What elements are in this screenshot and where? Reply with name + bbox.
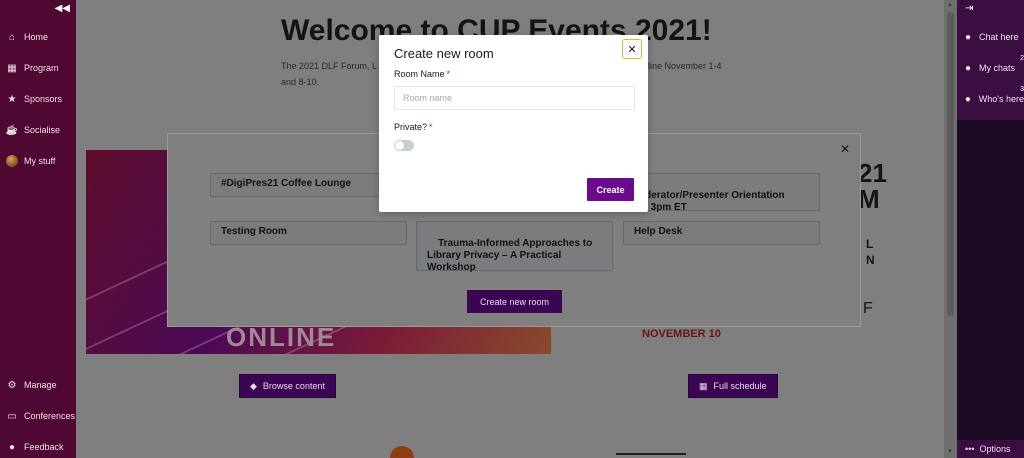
count-badge: 3 xyxy=(1020,86,1024,93)
room-label: Trauma-Informed Approaches to Library Pr… xyxy=(427,238,593,273)
options-label: Options xyxy=(979,444,1011,454)
sidebar-item-label: Manage xyxy=(24,380,57,390)
tag-icon: ◆ xyxy=(250,380,257,391)
banner-peek-text: 21 M xyxy=(858,158,887,214)
sidebar-item-socialise[interactable]: ☕ Socialise xyxy=(0,119,76,141)
scroll-down-icon[interactable]: ▼ xyxy=(947,449,953,455)
comment-icon: ● xyxy=(8,441,16,453)
label-text: Room Name xyxy=(394,69,445,79)
private-toggle[interactable] xyxy=(394,140,414,151)
room-label: Testing Room xyxy=(221,226,287,237)
home-icon: ⌂ xyxy=(8,31,16,43)
dialog-title: Create new room xyxy=(394,46,494,61)
room-name-label: Room Name * xyxy=(394,69,450,79)
sidebar-item-home[interactable]: ⌂ Home xyxy=(0,26,76,48)
sidebar-item-label: Who's here xyxy=(978,94,1024,104)
divider xyxy=(616,453,686,455)
sidebar-item-my-chats[interactable]: ● My chats 2 xyxy=(957,55,1024,79)
banner-peek-text: L N xyxy=(866,237,875,267)
room-button[interactable]: Testing Room xyxy=(210,221,407,245)
sidebar-item-label: Socialise xyxy=(24,125,61,135)
chats-icon: ● xyxy=(964,62,972,74)
create-new-room-button[interactable]: Create new room xyxy=(467,290,562,313)
collapse-sidebar-icon[interactable]: ◀◀ xyxy=(55,3,70,14)
private-label: Private? * xyxy=(394,122,433,132)
sidebar-item-whos-here[interactable]: ● Who's here 3 xyxy=(957,86,1024,110)
sidebar-item-my-stuff[interactable]: My stuff xyxy=(0,150,76,172)
room-name-input[interactable] xyxy=(394,86,635,110)
calendar-icon: ▦ xyxy=(699,380,708,391)
avatar xyxy=(6,155,18,167)
room-label: Help Desk xyxy=(634,226,683,237)
required-marker: * xyxy=(446,69,451,79)
room-button[interactable]: Help Desk xyxy=(623,221,820,245)
sidebar-item-label: Program xyxy=(24,63,59,73)
keyboard-icon: ▭ xyxy=(7,410,17,422)
sidebar-item-label: Conferences xyxy=(24,411,76,421)
intro-text-tail: and 8-10. xyxy=(281,77,320,87)
avatar xyxy=(390,446,414,458)
close-icon[interactable]: ✕ xyxy=(840,142,850,156)
gear-icon: ⚙ xyxy=(7,379,17,391)
sidebar-item-chat-here[interactable]: ● Chat here xyxy=(957,26,1024,48)
expand-sidebar-icon[interactable]: ⇥ xyxy=(965,3,973,14)
event-date: NOVEMBER 10 xyxy=(642,328,721,340)
intro-text-right: nline November 1-4 xyxy=(643,61,722,71)
intro-text: The 2021 DLF Forum, L xyxy=(281,61,378,71)
sidebar-item-program[interactable]: ▦ Program xyxy=(0,57,76,79)
room-label: #DigiPres21 Coffee Lounge xyxy=(221,178,352,189)
left-sidebar: ◀◀ ⌂ Home ▦ Program ★ Sponsors ☕ Sociali… xyxy=(0,0,76,458)
scroll-up-icon[interactable]: ▲ xyxy=(947,2,953,8)
sidebar-item-label: My stuff xyxy=(24,156,56,166)
count-badge: 2 xyxy=(1020,55,1024,62)
required-marker: * xyxy=(429,122,433,132)
banner-peek-text: F xyxy=(863,300,873,317)
options-button[interactable]: ••• Options xyxy=(957,440,1024,458)
room-button[interactable]: #DigiPres21 Coffee Lounge xyxy=(210,173,380,197)
sidebar-item-manage[interactable]: ⚙ Manage xyxy=(0,374,76,396)
create-button[interactable]: Create xyxy=(587,178,634,201)
sidebar-item-label: Feedback xyxy=(24,442,64,452)
button-label: Full schedule xyxy=(713,381,767,391)
sidebar-item-feedback[interactable]: ● Feedback xyxy=(0,436,76,458)
create-room-dialog: Create new room ✕ Room Name* Private?* C… xyxy=(379,35,648,212)
coffee-icon: ☕ xyxy=(5,124,19,136)
calendar-icon: ▦ xyxy=(7,62,17,74)
sidebar-item-sponsors[interactable]: ★ Sponsors xyxy=(0,88,76,110)
scrollbar-thumb[interactable] xyxy=(947,12,954,316)
button-label: Browse content xyxy=(262,381,325,391)
room-button[interactable]: Trauma-Informed Approaches to Library Pr… xyxy=(416,221,613,273)
right-sidebar: ⇥ ● Chat here ● My chats 2 ● Who's here … xyxy=(957,0,1024,458)
browse-content-button[interactable]: ◆ Browse content xyxy=(239,374,336,398)
sidebar-item-label: Chat here xyxy=(979,32,1019,42)
users-icon: ● xyxy=(964,93,971,105)
sidebar-item-label: Sponsors xyxy=(24,94,63,104)
close-icon: ✕ xyxy=(627,43,637,56)
sidebar-item-label: My chats xyxy=(979,63,1016,73)
sidebar-item-label: Home xyxy=(24,32,49,42)
more-icon: ••• xyxy=(965,444,975,454)
chat-icon: ● xyxy=(964,31,972,43)
close-button[interactable]: ✕ xyxy=(622,39,642,59)
label-text: Private? xyxy=(394,122,428,132)
star-icon: ★ xyxy=(7,93,17,105)
room-label: derator/Presenter Orientation /27 3pm ET xyxy=(634,190,785,213)
page-scrollbar[interactable]: ▲ ▼ xyxy=(944,0,957,458)
sidebar-item-conferences[interactable]: ▭ Conferences xyxy=(0,405,76,427)
room-button[interactable]: derator/Presenter Orientation /27 3pm ET xyxy=(623,173,820,213)
full-schedule-button[interactable]: ▦ Full schedule xyxy=(688,374,778,398)
toggle-knob xyxy=(395,141,404,150)
